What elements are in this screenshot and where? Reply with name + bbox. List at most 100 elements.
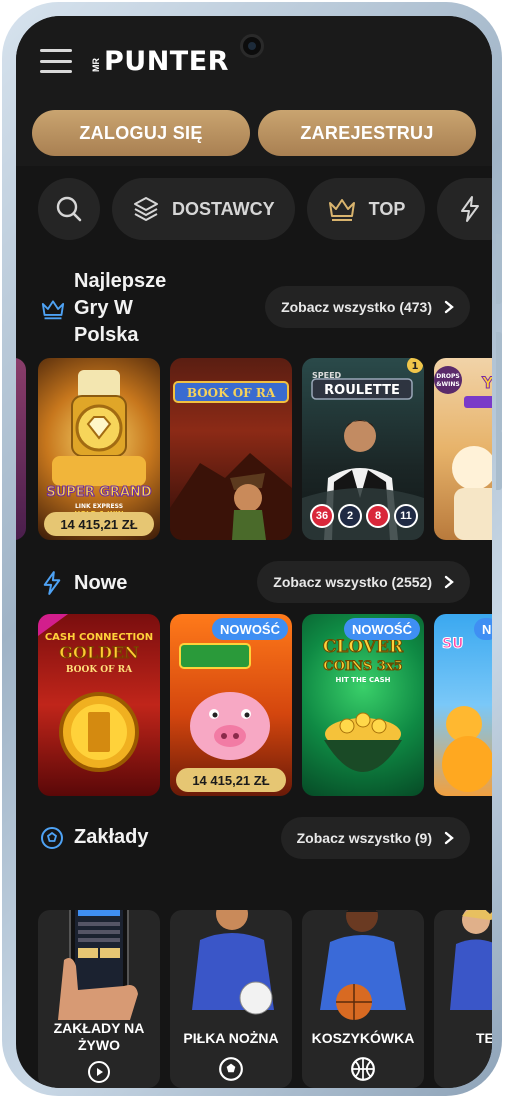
roulette-number: 2 <box>338 504 362 528</box>
game-tile[interactable]: 1 SPEED ROULETTE 36 2 8 11 <box>302 358 424 540</box>
lightning-icon <box>461 196 480 222</box>
svg-text:1: 1 <box>412 361 419 372</box>
svg-text:COINS 3x5: COINS 3x5 <box>323 659 402 674</box>
section-bets-header: Zakłady Zobacz wszystko (9) <box>16 816 492 860</box>
section-title: Zakłady <box>74 826 149 848</box>
tennis-player-illustration <box>450 910 492 1010</box>
lightning-icon <box>43 571 61 595</box>
new-games-row: CASH CONNECTION GOLDEN BOOK OF RA NOWOŚĆ… <box>16 614 492 796</box>
basketball-icon <box>351 1057 375 1081</box>
phone-in-hand-illustration <box>58 910 138 1020</box>
sport-tile-tennis[interactable]: TE <box>434 910 492 1088</box>
best-games-row: SUPER GRAND LINK EXPRESS HOLD & WIN 14 4… <box>16 358 492 540</box>
svg-text:HIT THE CASH: HIT THE CASH <box>336 676 391 684</box>
login-button[interactable]: ZALOGUJ SIĘ <box>32 110 250 156</box>
game-art: SU <box>442 636 492 792</box>
search-icon <box>56 196 82 222</box>
svg-text:DROPS: DROPS <box>436 373 459 380</box>
sport-label: TE <box>476 1030 492 1046</box>
menu-icon[interactable] <box>40 49 72 73</box>
volume-button <box>496 332 502 432</box>
game-tile[interactable]: DROPS &WINS YI <box>434 358 492 540</box>
section-best-header: Najlepsze Gry W Polska Zobacz wszystko (… <box>16 268 492 350</box>
register-button[interactable]: ZAREJESTRUJ <box>258 110 476 156</box>
roulette-numbers: 36 2 8 11 <box>310 504 418 528</box>
sport-tile-basketball[interactable]: KOSZYKÓWKA <box>302 910 424 1088</box>
game-title: BOOK OF RA <box>187 386 276 400</box>
see-all-label: Zobacz wszystko (473) <box>281 299 432 315</box>
game-tile[interactable] <box>16 358 26 540</box>
svg-text:ROULETTE: ROULETTE <box>324 383 400 398</box>
chevron-right-icon <box>444 575 454 589</box>
see-all-label: Zobacz wszystko (9) <box>296 830 432 846</box>
logo-text: PUNTER <box>104 46 229 77</box>
soccer-ball-icon <box>41 827 63 849</box>
filter-providers-label: DOSTAWCY <box>172 198 275 219</box>
play-icon <box>88 1061 110 1083</box>
game-tile[interactable]: CLOVER COINS 3x5 HIT THE CASH NOWOŚĆ <box>302 614 424 796</box>
football-player-illustration <box>192 910 274 1015</box>
phone-frame: MR PUNTER ZALOGUJ SIĘ ZAREJESTRUJ DOSTAW… <box>2 2 502 1096</box>
logo[interactable]: MR PUNTER <box>90 46 229 77</box>
power-button <box>496 430 502 490</box>
new-badge: NOWOŚĆ <box>212 618 288 640</box>
section-new-header: Nowe Zobacz wszystko (2552) <box>16 560 492 604</box>
chevron-right-icon <box>444 831 454 845</box>
crown-icon <box>328 199 355 221</box>
screen: MR PUNTER ZALOGUJ SIĘ ZAREJESTRUJ DOSTAW… <box>16 16 492 1088</box>
chevron-right-icon <box>444 300 454 314</box>
sport-tile-live[interactable]: ZAKŁADY NA ŻYWO <box>38 910 160 1088</box>
svg-text:LINK EXPRESS: LINK EXPRESS <box>75 503 123 510</box>
see-all-button[interactable]: Zobacz wszystko (2552) <box>257 561 470 603</box>
sport-label: KOSZYKÓWKA <box>311 1030 415 1046</box>
jackpot-amount: 14 415,21 ZŁ <box>44 512 154 536</box>
svg-text:&WINS: &WINS <box>436 381 459 388</box>
search-button[interactable] <box>38 178 100 240</box>
svg-text:SUPER GRAND: SUPER GRAND <box>46 485 151 500</box>
filter-top-label: TOP <box>368 198 406 219</box>
game-art: DROPS &WINS YI <box>434 366 492 540</box>
sport-label-line: ZAKŁADY NA <box>53 1020 145 1036</box>
auth-buttons: ZALOGUJ SIĘ ZAREJESTRUJ <box>32 110 476 156</box>
game-art: BOOK OF RA <box>170 381 292 540</box>
sport-label: ZAKŁADY NA ŻYWO <box>38 1020 160 1054</box>
sports-row: ZAKŁADY NA ŻYWO PIŁKA NOŻNA KOSZYKÓWKA T… <box>16 878 492 1088</box>
new-badge: N <box>474 618 492 640</box>
sport-label: PIŁKA NOŻNA <box>183 1030 279 1046</box>
basketball-player-illustration <box>320 910 406 1020</box>
game-tile[interactable]: SU N <box>434 614 492 796</box>
logo-prefix: MR <box>91 58 101 72</box>
game-tile[interactable]: NOWOŚĆ 14 415,21 ZŁ <box>170 614 292 796</box>
game-tile[interactable]: SUPER GRAND LINK EXPRESS HOLD & WIN 14 4… <box>38 358 160 540</box>
front-camera <box>240 34 264 58</box>
svg-text:CLOVER: CLOVER <box>323 637 404 657</box>
see-all-button[interactable]: Zobacz wszystko (9) <box>280 817 470 859</box>
roulette-number: 36 <box>310 504 334 528</box>
roulette-number: 8 <box>366 504 390 528</box>
filter-top[interactable]: TOP <box>306 178 426 240</box>
game-art: CASH CONNECTION GOLDEN BOOK OF RA <box>38 614 153 772</box>
filter-new[interactable] <box>437 178 492 240</box>
volume-button <box>496 234 502 304</box>
section-title-line: Polska <box>74 324 139 346</box>
svg-text:BOOK OF RA: BOOK OF RA <box>66 665 133 675</box>
jackpot-amount: 14 415,21 ZŁ <box>176 768 286 792</box>
game-tile[interactable]: CASH CONNECTION GOLDEN BOOK OF RA <box>38 614 160 796</box>
sport-tile-football[interactable]: PIŁKA NOŻNA <box>170 910 292 1088</box>
game-tile[interactable]: BOOK OF RA <box>170 358 292 540</box>
new-badge: NOWOŚĆ <box>344 618 420 640</box>
game-art: CLOVER COINS 3x5 HIT THE CASH <box>322 637 405 772</box>
filter-providers[interactable]: DOSTAWCY <box>112 178 295 240</box>
section-title: Nowe <box>74 572 128 594</box>
layers-icon <box>134 197 158 221</box>
svg-text:SU: SU <box>442 636 463 652</box>
roulette-number: 11 <box>394 504 418 528</box>
section-title-line: Gry W <box>74 297 133 319</box>
soccer-ball-icon <box>219 1057 243 1081</box>
svg-text:CASH CONNECTION: CASH CONNECTION <box>45 632 153 643</box>
svg-text:GOLDEN: GOLDEN <box>59 643 139 662</box>
svg-text:YI: YI <box>481 373 492 392</box>
section-title-line: Najlepsze <box>74 270 167 292</box>
sport-label-line: ŻYWO <box>78 1037 120 1053</box>
see-all-button[interactable]: Zobacz wszystko (473) <box>265 286 470 328</box>
